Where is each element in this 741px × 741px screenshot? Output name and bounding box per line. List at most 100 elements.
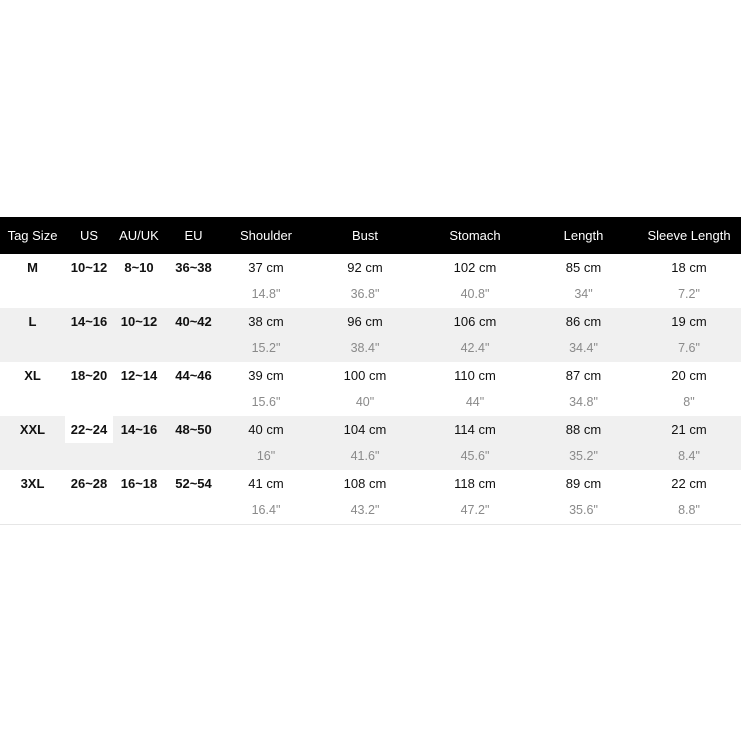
inch-value: 16": [256, 449, 276, 463]
inch-value: 8.4": [678, 449, 700, 463]
cm-value: XL: [24, 368, 41, 383]
cell-eu: 36~38: [165, 254, 222, 308]
cm-value: 16~18: [120, 476, 158, 491]
cm-value: 39 cm: [248, 368, 284, 383]
inch-value: 8": [683, 395, 695, 409]
cell-au-uk: 12~14: [113, 362, 165, 416]
cm-value: 110 cm: [454, 368, 496, 383]
cm-value: 10~12: [70, 260, 108, 275]
cm-value: 89 cm: [565, 476, 602, 491]
cm-value: M: [27, 260, 38, 275]
inch-value: 16.4": [251, 503, 281, 517]
cell-tag-size: M: [0, 254, 65, 308]
cell-sleeve-length: 18 cm 7.2": [637, 254, 741, 308]
cm-value: 114 cm: [454, 422, 496, 437]
inch-value: 7.6": [678, 341, 700, 355]
inch-value: 40": [355, 395, 375, 409]
cm-value: 36~38: [175, 260, 212, 275]
cm-value: 37 cm: [248, 260, 284, 275]
cell-bust: 104 cm 41.6": [310, 416, 420, 470]
header-length: Length: [563, 228, 604, 243]
cell-sleeve-length: 21 cm 8.4": [637, 416, 741, 470]
table-row: L 14~16 10~12 40~42 38 cm 15.2" 96 cm 38.4" 106 …: [0, 308, 741, 362]
cell-tag-size: XL: [0, 362, 65, 416]
inch-value: 35.2": [569, 449, 598, 463]
inch-value: 8.8": [678, 503, 700, 517]
cell-bust: 108 cm 43.2": [310, 470, 420, 524]
cm-value: 102 cm: [453, 260, 497, 275]
cm-value: 3XL: [20, 476, 45, 491]
cm-value: 92 cm: [347, 260, 383, 275]
table-row: 3XL 26~28 16~18 52~54 41 cm 16.4" 108 cm 43.2" 1…: [0, 470, 741, 524]
cell-tag-size: L: [0, 308, 65, 362]
cm-value: 18~20: [70, 368, 108, 383]
cm-value: XXL: [19, 422, 46, 437]
cell-shoulder: 37 cm 14.8": [222, 254, 310, 308]
cell-us: 10~12: [65, 254, 113, 308]
cell-stomach: 114 cm 45.6": [420, 416, 530, 470]
cm-value: 52~54: [175, 476, 212, 491]
inch-value: 34": [574, 287, 593, 301]
cell-bust: 100 cm 40": [310, 362, 420, 416]
cm-value: 85 cm: [565, 260, 602, 275]
cell-shoulder: 41 cm 16.4": [222, 470, 310, 524]
cell-us: 22~24: [65, 416, 113, 470]
cm-value: 10~12: [120, 314, 158, 329]
cm-value: 118 cm: [454, 476, 496, 491]
cell-au-uk: 8~10: [113, 254, 165, 308]
header-au-uk: AU/UK: [119, 228, 159, 243]
inch-value: 45.6": [460, 449, 490, 463]
table-row: M 10~12 8~10 36~38 37 cm 14.8" 92 cm 36.8" 102 c…: [0, 254, 741, 308]
cell-sleeve-length: 20 cm 8": [637, 362, 741, 416]
cm-value: 104 cm: [343, 422, 387, 437]
inch-value: 43.2": [350, 503, 380, 517]
cell-au-uk: 16~18: [113, 470, 165, 524]
cell-tag-size: XXL: [0, 416, 65, 470]
cell-shoulder: 39 cm 15.6": [222, 362, 310, 416]
inch-value: 34.8": [569, 395, 598, 409]
size-chart-table: Tag Size US AU/UK EU Shoulder Bust Stomach Leng…: [0, 217, 741, 525]
table-bottom-divider: [0, 524, 741, 525]
cm-value: 21 cm: [671, 422, 707, 437]
cell-bust: 96 cm 38.4": [310, 308, 420, 362]
cell-length: 89 cm 35.6": [530, 470, 637, 524]
header-tag-size: Tag Size: [7, 228, 58, 243]
cell-length: 85 cm 34": [530, 254, 637, 308]
cell-eu: 52~54: [165, 470, 222, 524]
cm-value: 26~28: [70, 476, 108, 491]
cell-stomach: 106 cm 42.4": [420, 308, 530, 362]
cm-value: 40~42: [175, 314, 212, 329]
cm-value: 106 cm: [453, 314, 497, 329]
cm-value: 14~16: [120, 422, 158, 437]
cell-us: 18~20: [65, 362, 113, 416]
cell-au-uk: 10~12: [113, 308, 165, 362]
header-us: US: [79, 228, 99, 243]
cm-value: 22~24: [70, 422, 108, 437]
cell-bust: 92 cm 36.8": [310, 254, 420, 308]
inch-value: 40.8": [460, 287, 490, 301]
cell-length: 87 cm 34.8": [530, 362, 637, 416]
table-row: XXL 22~24 14~16 48~50 40 cm 16" 104 cm 41.6" 114…: [0, 416, 741, 470]
cm-value: 87 cm: [565, 368, 602, 383]
inch-value: 15.6": [251, 395, 281, 409]
inch-value: 35.6": [569, 503, 598, 517]
cell-tag-size: 3XL: [0, 470, 65, 524]
cell-us: 26~28: [65, 470, 113, 524]
cell-shoulder: 40 cm 16": [222, 416, 310, 470]
cell-length: 86 cm 34.4": [530, 308, 637, 362]
cell-eu: 44~46: [165, 362, 222, 416]
cm-value: 88 cm: [565, 422, 602, 437]
inch-value: 42.4": [460, 341, 490, 355]
cell-stomach: 110 cm 44": [420, 362, 530, 416]
cm-value: 96 cm: [347, 314, 383, 329]
cell-eu: 48~50: [165, 416, 222, 470]
inch-value: 36.8": [350, 287, 380, 301]
cm-value: 100 cm: [343, 368, 387, 383]
cm-value: 86 cm: [565, 314, 602, 329]
table-row: XL 18~20 12~14 44~46 39 cm 15.6" 100 cm 40" 110 …: [0, 362, 741, 416]
inch-value: 34.4": [569, 341, 598, 355]
inch-value: 14.8": [251, 287, 281, 301]
cell-shoulder: 38 cm 15.2": [222, 308, 310, 362]
cm-value: 41 cm: [248, 476, 284, 491]
cm-value: L: [28, 314, 37, 329]
